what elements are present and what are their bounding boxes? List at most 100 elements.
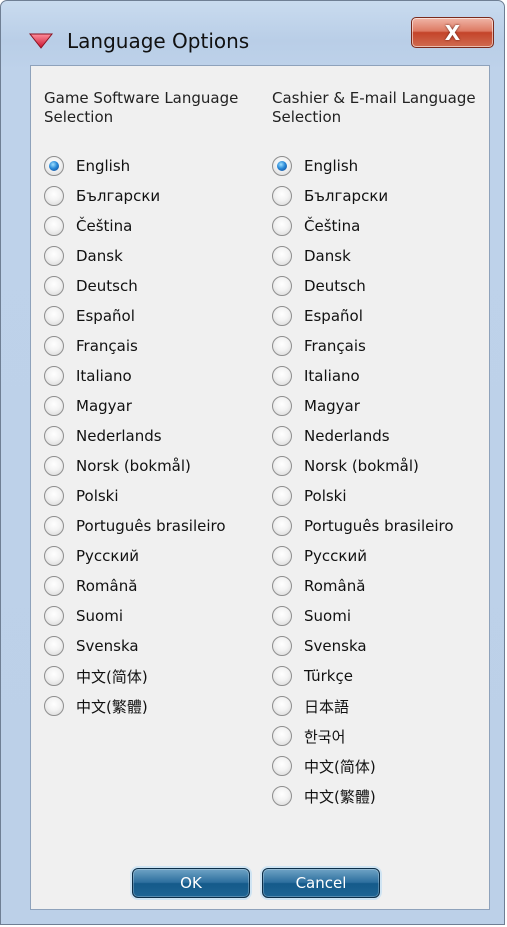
cashier-language-option[interactable]: Deutsch	[272, 271, 487, 301]
game-language-radio-button[interactable]	[44, 306, 64, 326]
game-language-radio-button[interactable]	[44, 636, 64, 656]
cashier-language-radio-button[interactable]	[272, 186, 292, 206]
cashier-language-option-label[interactable]: Čeština	[304, 217, 360, 235]
cashier-language-option[interactable]: English	[272, 151, 487, 181]
cashier-language-option[interactable]: Français	[272, 331, 487, 361]
cashier-language-option[interactable]: Nederlands	[272, 421, 487, 451]
cashier-language-option-label[interactable]: Русский	[304, 547, 367, 565]
game-language-option-label[interactable]: Čeština	[76, 217, 132, 235]
game-language-option-label[interactable]: 中文(简体)	[76, 666, 148, 687]
game-language-option[interactable]: Dansk	[44, 241, 259, 271]
cashier-language-option[interactable]: 한국어	[272, 721, 487, 751]
cashier-language-radio-button[interactable]	[272, 696, 292, 716]
cashier-language-option[interactable]: Magyar	[272, 391, 487, 421]
game-language-option-label[interactable]: Português brasileiro	[76, 517, 226, 535]
game-language-option-label[interactable]: Suomi	[76, 607, 123, 625]
game-language-radio-button[interactable]	[44, 486, 64, 506]
ok-button[interactable]: OK	[132, 868, 250, 898]
cashier-language-radio-button[interactable]	[272, 306, 292, 326]
game-language-option[interactable]: Български	[44, 181, 259, 211]
title-bar[interactable]: Language Options X	[1, 1, 504, 65]
game-language-option-label[interactable]: 中文(繁體)	[76, 696, 148, 717]
game-language-option-label[interactable]: Norsk (bokmål)	[76, 457, 191, 475]
game-language-option[interactable]: Čeština	[44, 211, 259, 241]
cashier-language-radio-button[interactable]	[272, 396, 292, 416]
cashier-language-option-label[interactable]: Suomi	[304, 607, 351, 625]
cashier-language-option-label[interactable]: 中文(繁體)	[304, 786, 376, 807]
cashier-language-option[interactable]: Español	[272, 301, 487, 331]
game-language-option-label[interactable]: Deutsch	[76, 277, 138, 295]
cashier-language-radio-button[interactable]	[272, 156, 292, 176]
game-language-radio-button[interactable]	[44, 546, 64, 566]
game-language-option-label[interactable]: Română	[76, 577, 137, 595]
game-language-option[interactable]: Español	[44, 301, 259, 331]
cashier-language-option[interactable]: 日本語	[272, 691, 487, 721]
game-language-option-label[interactable]: Italiano	[76, 367, 132, 385]
game-language-option[interactable]: Suomi	[44, 601, 259, 631]
cashier-language-radio-button[interactable]	[272, 486, 292, 506]
game-language-radio-button[interactable]	[44, 696, 64, 716]
cashier-language-option[interactable]: Română	[272, 571, 487, 601]
cashier-language-option-label[interactable]: English	[304, 157, 358, 175]
cashier-language-radio-button[interactable]	[272, 516, 292, 536]
game-language-option-label[interactable]: Français	[76, 337, 138, 355]
close-button[interactable]: X	[411, 17, 494, 48]
game-language-radio-button[interactable]	[44, 426, 64, 446]
cashier-language-option-label[interactable]: 日本語	[304, 696, 349, 717]
cashier-language-option-label[interactable]: Nederlands	[304, 427, 390, 445]
cashier-language-radio-button[interactable]	[272, 576, 292, 596]
game-language-option[interactable]: Magyar	[44, 391, 259, 421]
cashier-language-option-label[interactable]: 한국어	[304, 726, 345, 747]
cashier-language-option[interactable]: Dansk	[272, 241, 487, 271]
cashier-language-option[interactable]: Русский	[272, 541, 487, 571]
game-language-option[interactable]: Português brasileiro	[44, 511, 259, 541]
cashier-language-option[interactable]: Português brasileiro	[272, 511, 487, 541]
cashier-language-radio-button[interactable]	[272, 276, 292, 296]
game-language-radio-button[interactable]	[44, 246, 64, 266]
game-language-option-label[interactable]: Español	[76, 307, 135, 325]
game-language-radio-button[interactable]	[44, 576, 64, 596]
cashier-language-option[interactable]: Suomi	[272, 601, 487, 631]
cashier-language-option[interactable]: Svenska	[272, 631, 487, 661]
cashier-language-option-label[interactable]: Български	[304, 187, 388, 205]
game-language-radio-button[interactable]	[44, 156, 64, 176]
cashier-language-radio-button[interactable]	[272, 786, 292, 806]
game-language-radio-button[interactable]	[44, 336, 64, 356]
cashier-language-radio-button[interactable]	[272, 246, 292, 266]
game-language-radio-button[interactable]	[44, 366, 64, 386]
game-language-radio-button[interactable]	[44, 666, 64, 686]
cashier-language-option-label[interactable]: Português brasileiro	[304, 517, 454, 535]
game-language-option[interactable]: Deutsch	[44, 271, 259, 301]
cashier-language-option[interactable]: 中文(繁體)	[272, 781, 487, 811]
game-language-option[interactable]: 中文(繁體)	[44, 691, 259, 721]
game-language-radio-button[interactable]	[44, 606, 64, 626]
game-language-radio-button[interactable]	[44, 216, 64, 236]
cashier-language-radio-button[interactable]	[272, 726, 292, 746]
game-language-option-label[interactable]: Nederlands	[76, 427, 162, 445]
cashier-language-option-label[interactable]: Türkçe	[304, 667, 353, 685]
cashier-language-radio-button[interactable]	[272, 636, 292, 656]
game-language-radio-button[interactable]	[44, 396, 64, 416]
cashier-language-option-label[interactable]: Norsk (bokmål)	[304, 457, 419, 475]
game-language-option[interactable]: 中文(简体)	[44, 661, 259, 691]
cashier-language-option[interactable]: Čeština	[272, 211, 487, 241]
game-language-option-label[interactable]: English	[76, 157, 130, 175]
game-language-option[interactable]: Română	[44, 571, 259, 601]
cashier-language-option-label[interactable]: 中文(简体)	[304, 756, 376, 777]
game-language-option[interactable]: Nederlands	[44, 421, 259, 451]
cashier-language-radio-button[interactable]	[272, 666, 292, 686]
cashier-language-option-label[interactable]: Polski	[304, 487, 347, 505]
cashier-language-radio-button[interactable]	[272, 756, 292, 776]
cashier-language-option[interactable]: Български	[272, 181, 487, 211]
game-language-option[interactable]: Français	[44, 331, 259, 361]
game-language-option-label[interactable]: Magyar	[76, 397, 132, 415]
game-language-option[interactable]: Русский	[44, 541, 259, 571]
cashier-language-radio-button[interactable]	[272, 546, 292, 566]
cashier-language-option-label[interactable]: Dansk	[304, 247, 351, 265]
game-language-option[interactable]: Polski	[44, 481, 259, 511]
game-language-option-label[interactable]: Български	[76, 187, 160, 205]
cashier-language-radio-button[interactable]	[272, 456, 292, 476]
cashier-language-option-label[interactable]: Deutsch	[304, 277, 366, 295]
cashier-language-option[interactable]: Italiano	[272, 361, 487, 391]
cashier-language-option[interactable]: Norsk (bokmål)	[272, 451, 487, 481]
